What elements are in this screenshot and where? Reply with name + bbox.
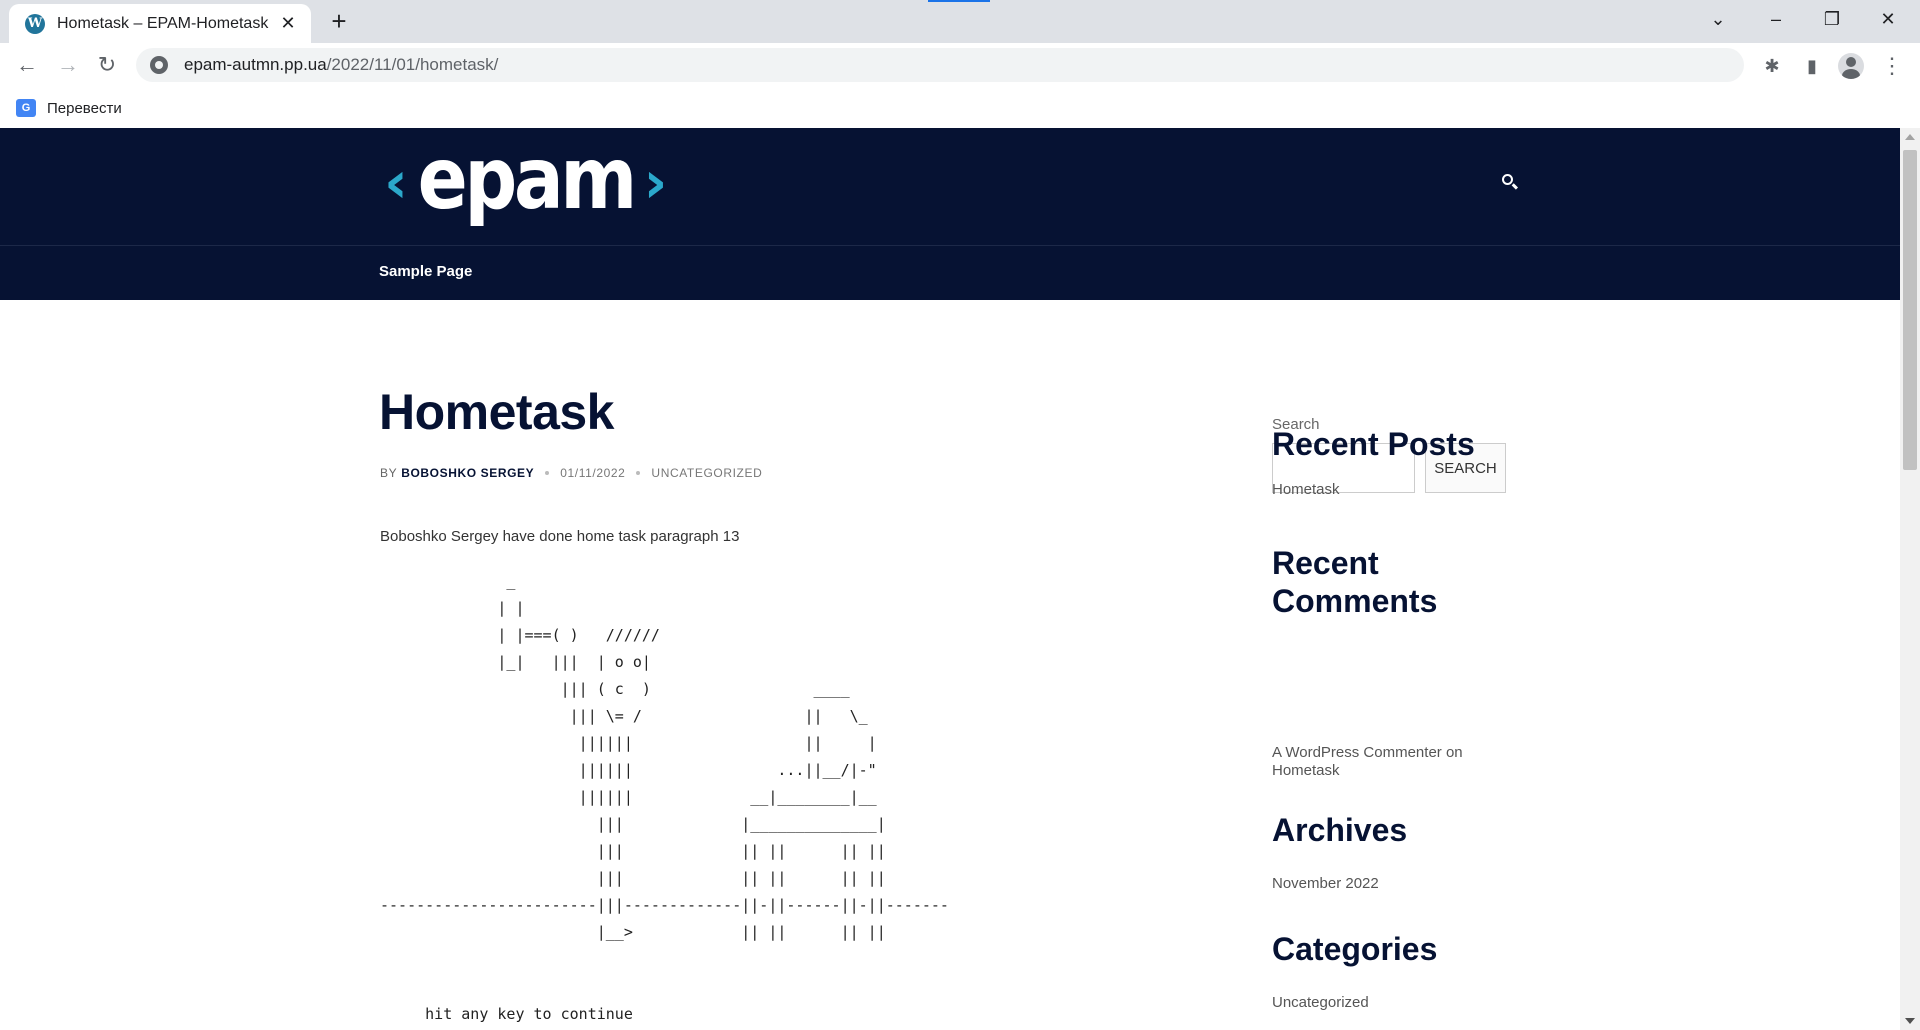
logo-text: epam [417, 129, 638, 229]
site-header: ‹ epam › [0, 128, 1900, 245]
google-translate-icon: G [16, 99, 36, 117]
restore-button[interactable]: ❐ [1804, 0, 1860, 38]
logo-left-bracket-icon: ‹ [384, 148, 408, 216]
logo-right-bracket-icon: › [643, 148, 668, 216]
tab-title: Hometask – EPAM-Hometask [57, 14, 269, 32]
bookmarks-bar: G Перевести [0, 87, 1920, 128]
bookmark-translate[interactable]: G Перевести [16, 95, 122, 121]
categories-heading: Categories [1272, 931, 1438, 967]
minimize-button[interactable]: – [1748, 0, 1804, 38]
recent-comments-heading: Recent Comments [1272, 545, 1438, 619]
browser-tab[interactable]: W Hometask – EPAM-Hometask ✕ [9, 4, 311, 43]
close-window-button[interactable]: ✕ [1860, 0, 1916, 38]
new-tab-button[interactable]: + [325, 8, 353, 36]
browser-tabstrip: W Hometask – EPAM-Hometask ✕ + ⌄ – ❐ ✕ [0, 0, 1920, 43]
back-arrow-icon[interactable]: ← [11, 49, 43, 81]
scroll-thumb[interactable] [1903, 150, 1917, 470]
meta-separator [545, 471, 550, 475]
meta-by-label: By [380, 466, 398, 480]
browser-toolbar: ← → ↻ epam-autmn.pp.ua/2022/11/01/hometa… [0, 43, 1920, 87]
tab-search-chevron-icon[interactable]: ⌄ [1690, 0, 1746, 38]
search-icon[interactable] [1500, 172, 1522, 194]
side-panel-icon[interactable]: ▮ [1798, 52, 1826, 80]
bookmark-label: Перевести [47, 99, 122, 117]
loading-indicator [928, 0, 990, 2]
url-path: /2022/11/01/hometask/ [326, 55, 499, 74]
meta-separator [636, 471, 641, 475]
page-scrollbar[interactable] [1900, 128, 1920, 1030]
post-date-link[interactable]: 01/11/2022 [560, 466, 625, 480]
archives-heading: Archives [1272, 812, 1408, 848]
reload-icon[interactable]: ↻ [91, 49, 123, 81]
extensions-puzzle-icon[interactable]: ✱ [1758, 52, 1786, 80]
post-category-link[interactable]: Uncategorized [651, 466, 762, 480]
recent-comment-link[interactable]: A WordPress Commenter on Hometask [1272, 744, 1502, 780]
wordpress-icon: W [25, 13, 45, 34]
archive-link[interactable]: November 2022 [1272, 875, 1379, 893]
address-bar[interactable]: epam-autmn.pp.ua/2022/11/01/hometask/ [136, 48, 1744, 82]
continue-prompt: hit any key to continue [380, 1005, 633, 1023]
scroll-down-arrow-icon[interactable] [1905, 1018, 1915, 1024]
recent-post-link[interactable]: Hometask [1272, 481, 1340, 499]
page-viewport: ‹ epam › Sample Page Hometask By Boboshk… [0, 128, 1900, 1030]
url-host: epam-autmn.pp.ua [184, 55, 327, 74]
epam-logo[interactable]: ‹ epam › [384, 129, 668, 238]
post-meta: By Boboshko Sergey 01/11/2022 Uncategori… [380, 466, 762, 480]
more-menu-icon[interactable]: ⋮ [1878, 52, 1906, 80]
category-link[interactable]: Uncategorized [1272, 994, 1369, 1012]
post-paragraph: Boboshko Sergey have done home task para… [380, 528, 740, 545]
site-info-icon[interactable] [150, 56, 168, 74]
post-author-link[interactable]: Boboshko Sergey [401, 466, 534, 480]
primary-navigation: Sample Page [0, 245, 1900, 300]
ascii-art-block: _ | | | |===( ) ////// |_| ||| | o o| ||… [380, 572, 949, 941]
recent-posts-heading: Recent Posts [1272, 426, 1475, 462]
close-tab-icon[interactable]: ✕ [277, 13, 299, 35]
post-title: Hometask [379, 384, 615, 440]
forward-arrow-icon[interactable]: → [52, 49, 84, 81]
scroll-up-arrow-icon[interactable] [1905, 134, 1915, 140]
profile-avatar-icon[interactable] [1838, 53, 1864, 79]
nav-item-sample-page[interactable]: Sample Page [379, 263, 472, 280]
